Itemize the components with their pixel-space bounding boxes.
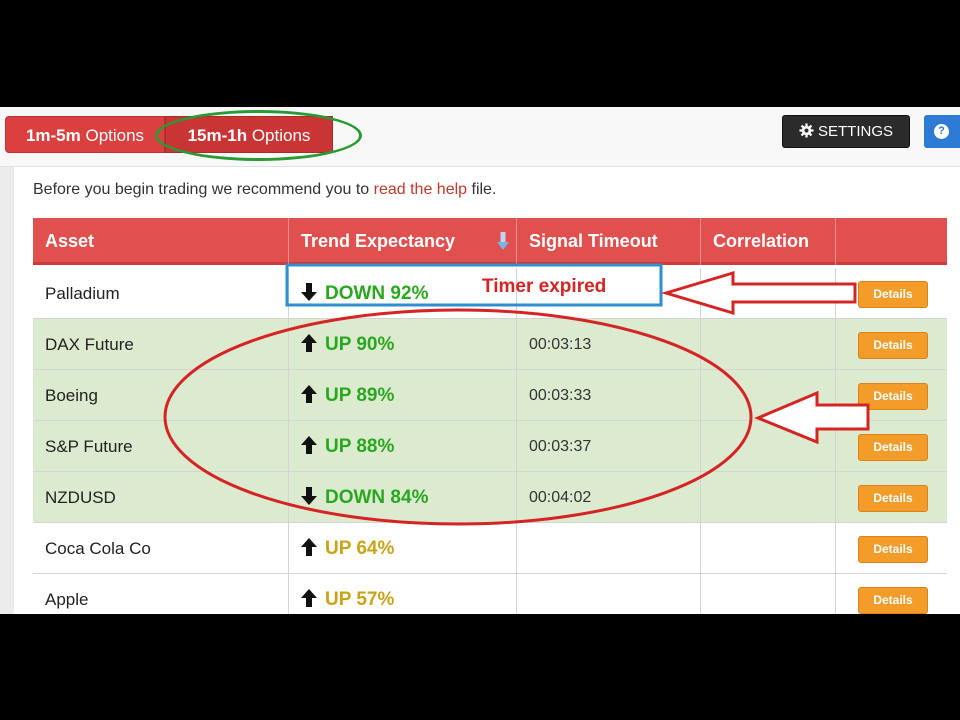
asset-cell: NZDUSD: [33, 472, 289, 523]
details-button[interactable]: Details: [858, 332, 928, 359]
trend-cell: UP 88%: [289, 421, 517, 472]
intro-before: Before you begin trading we recommend yo…: [33, 181, 374, 198]
correlation-cell: [701, 319, 836, 370]
details-button[interactable]: Details: [858, 281, 928, 308]
details-button[interactable]: Details: [858, 536, 928, 563]
help-button[interactable]: ?: [924, 115, 960, 148]
signal-timeout-cell: [517, 268, 701, 319]
trend-cell: DOWN 92%: [289, 268, 517, 319]
trend-value: UP 64%: [325, 538, 395, 559]
table-row: Boeing UP 89% 00:03:33 Details: [33, 370, 947, 421]
trend-value: DOWN 92%: [325, 283, 429, 304]
trend-cell: UP 57%: [289, 574, 517, 614]
signal-timeout-cell: 00:04:02: [517, 472, 701, 523]
details-button[interactable]: Details: [858, 485, 928, 512]
correlation-cell: [701, 268, 836, 319]
left-panel-edge: [0, 167, 14, 614]
trend-value: UP 88%: [325, 436, 395, 457]
intro-text: Before you begin trading we recommend yo…: [33, 181, 496, 199]
signal-timeout-cell: 00:03:37: [517, 421, 701, 472]
trend-cell: UP 89%: [289, 370, 517, 421]
asset-cell: Palladium: [33, 268, 289, 319]
table-row: Palladium DOWN 92% Details: [33, 268, 947, 319]
help-icon: ?: [934, 124, 949, 139]
asset-cell: Boeing: [33, 370, 289, 421]
signal-timeout-cell: [517, 523, 701, 574]
details-button[interactable]: Details: [858, 383, 928, 410]
table-row: Apple UP 57% Details: [33, 574, 947, 614]
header-correlation[interactable]: Correlation: [701, 218, 836, 265]
intro-after: file.: [467, 181, 497, 198]
gear-icon: [799, 123, 814, 138]
top-toolbar: 1m-5m Options 15m-1h Options SETTINGS ?: [0, 107, 960, 167]
trend-value: UP 57%: [325, 589, 395, 610]
trend-value: UP 89%: [325, 385, 395, 406]
arrow-up-icon: [301, 334, 317, 352]
settings-label: SETTINGS: [817, 123, 893, 140]
header-asset[interactable]: Asset: [33, 218, 289, 265]
header-signal-timeout[interactable]: Signal Timeout: [517, 218, 701, 265]
asset-cell: DAX Future: [33, 319, 289, 370]
tab-15m-1h-options[interactable]: 15m-1h Options: [165, 116, 333, 153]
correlation-cell: [701, 421, 836, 472]
trend-cell: UP 90%: [289, 319, 517, 370]
tab-label-bold: 1m-5m: [25, 126, 81, 145]
header-trend-expectancy[interactable]: Trend Expectancy: [289, 218, 517, 265]
arrow-up-icon: [301, 385, 317, 403]
arrow-down-icon: [301, 487, 317, 505]
table-row: DAX Future UP 90% 00:03:13 Details: [33, 319, 947, 370]
tab-label-rest: Options: [80, 126, 145, 145]
tab-label-rest: Options: [247, 126, 311, 145]
settings-button[interactable]: SETTINGS: [782, 115, 910, 148]
table-row: NZDUSD DOWN 84% 00:04:02 Details: [33, 472, 947, 523]
trend-cell: UP 64%: [289, 523, 517, 574]
sort-down-icon[interactable]: [497, 232, 509, 250]
tab-label-bold: 15m-1h: [187, 126, 248, 145]
details-button[interactable]: Details: [858, 434, 928, 461]
signal-timeout-cell: 00:03:13: [517, 319, 701, 370]
table-row: S&P Future UP 88% 00:03:37 Details: [33, 421, 947, 472]
arrow-up-icon: [301, 538, 317, 556]
arrow-up-icon: [301, 589, 317, 607]
details-button[interactable]: Details: [858, 587, 928, 614]
arrow-up-icon: [301, 436, 317, 454]
asset-cell: S&P Future: [33, 421, 289, 472]
table-header: Asset Trend Expectancy Signal Timeout Co…: [33, 218, 947, 265]
asset-cell: Apple: [33, 574, 289, 614]
correlation-cell: [701, 370, 836, 421]
trend-value: DOWN 84%: [325, 487, 429, 508]
read-help-link[interactable]: read the help: [374, 181, 467, 198]
asset-cell: Coca Cola Co: [33, 523, 289, 574]
tab-1m-5m-options[interactable]: 1m-5m Options: [5, 116, 165, 153]
app-screen: 1m-5m Options 15m-1h Options SETTINGS ? …: [0, 107, 960, 614]
table-row: Coca Cola Co UP 64% Details: [33, 523, 947, 574]
signal-timeout-cell: 00:03:33: [517, 370, 701, 421]
correlation-cell: [701, 574, 836, 614]
correlation-cell: [701, 523, 836, 574]
trend-value: UP 90%: [325, 334, 395, 355]
trend-cell: DOWN 84%: [289, 472, 517, 523]
correlation-cell: [701, 472, 836, 523]
arrow-down-icon: [301, 283, 317, 301]
signal-timeout-cell: [517, 574, 701, 614]
